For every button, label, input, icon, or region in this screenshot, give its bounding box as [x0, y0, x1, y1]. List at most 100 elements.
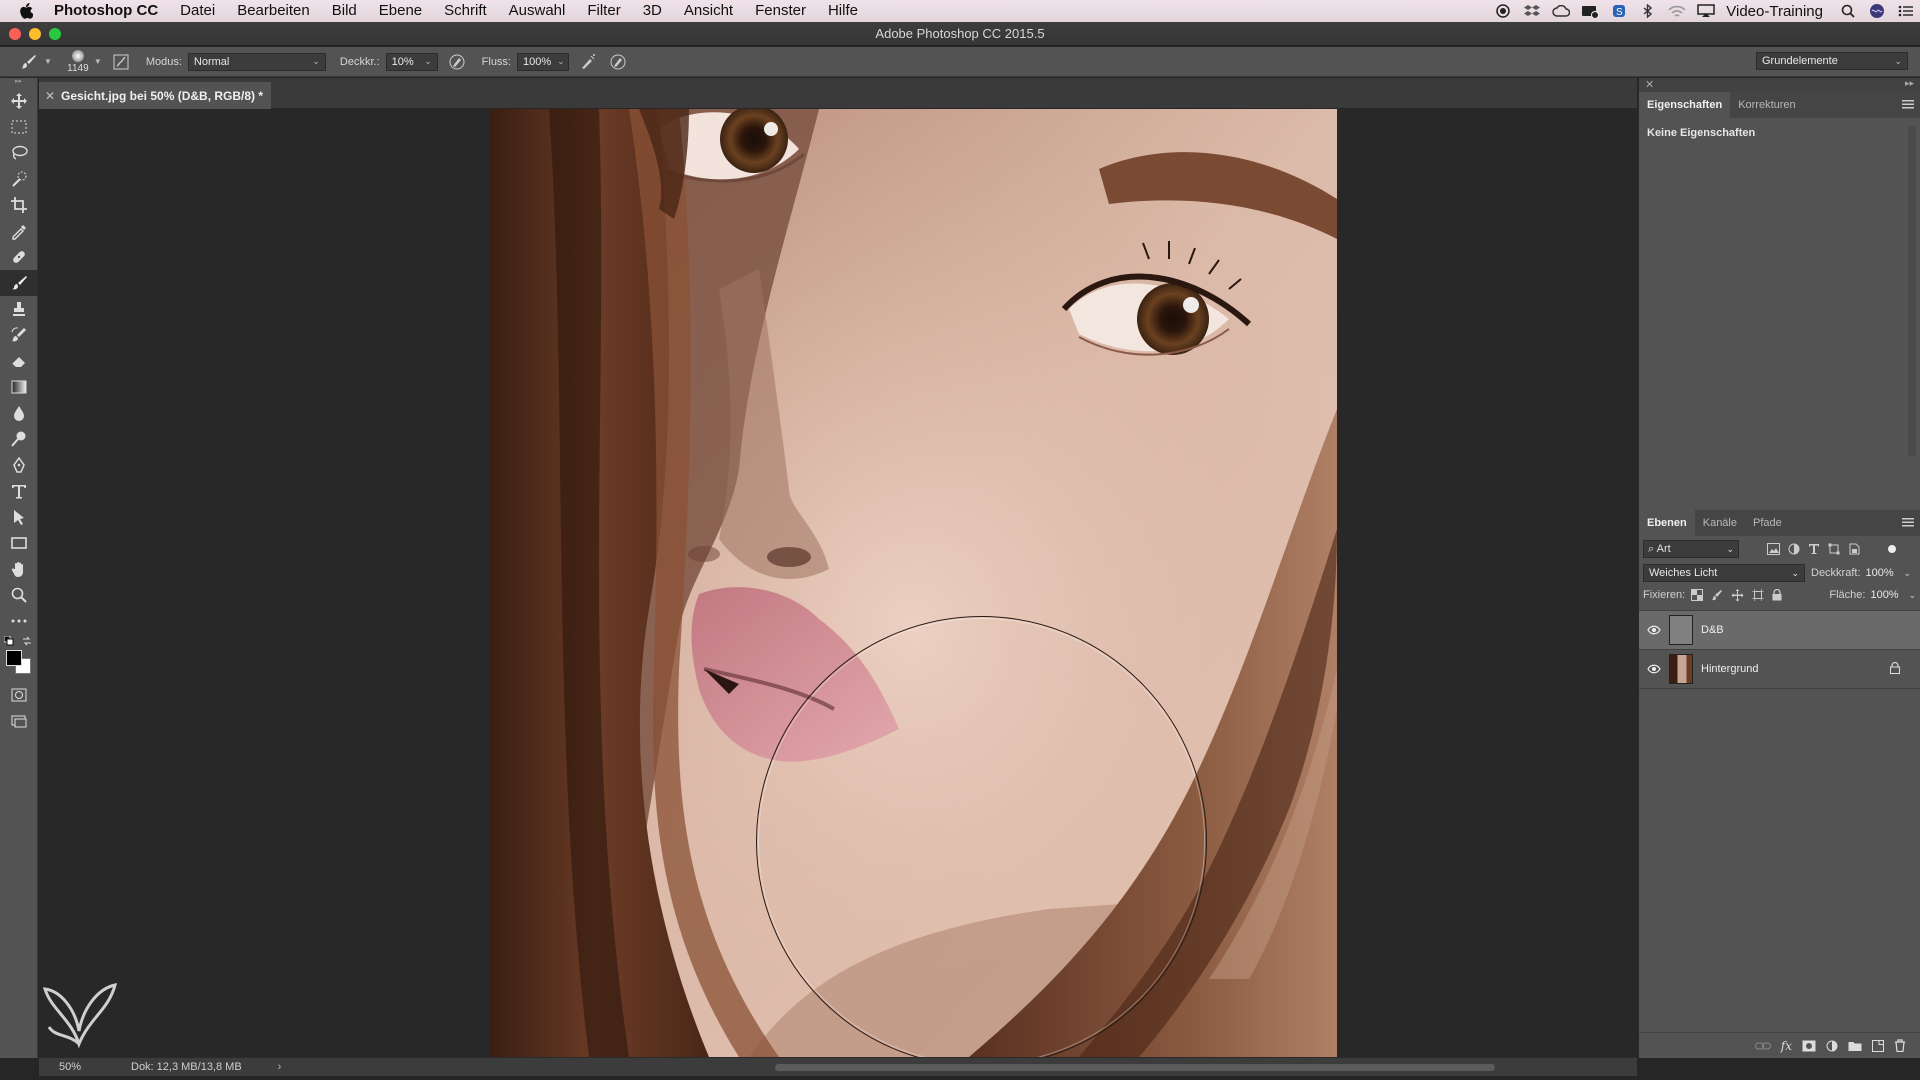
lasso-tool[interactable]	[0, 140, 38, 166]
window-minimize-button[interactable]	[29, 28, 41, 40]
airbrush-button[interactable]	[577, 51, 599, 73]
workspace-select[interactable]: Grundelemente ⌄	[1756, 52, 1908, 70]
adjustment-layer-icon[interactable]	[1826, 1040, 1838, 1052]
link-layers-icon[interactable]	[1754, 1041, 1771, 1051]
menu-hilfe[interactable]: Hilfe	[817, 0, 869, 22]
visibility-eye-icon[interactable]	[1639, 664, 1669, 674]
menu-auswahl[interactable]: Auswahl	[498, 0, 577, 22]
horizontal-scrollbar[interactable]	[775, 1064, 1495, 1071]
menu-ansicht[interactable]: Ansicht	[673, 0, 744, 22]
spotlight-icon[interactable]	[1833, 4, 1862, 18]
brush-panel-toggle[interactable]	[110, 51, 132, 73]
foreground-color-swatch[interactable]	[6, 650, 22, 666]
pressure-size-button[interactable]	[607, 51, 629, 73]
zoom-tool[interactable]	[0, 582, 38, 608]
menu-fenster[interactable]: Fenster	[744, 0, 817, 22]
menu-bearbeiten[interactable]: Bearbeiten	[226, 0, 321, 22]
window-maximize-button[interactable]	[49, 28, 61, 40]
quick-selection-tool[interactable]	[0, 166, 38, 192]
menu-datei[interactable]: Datei	[169, 0, 226, 22]
history-brush-tool[interactable]	[0, 322, 38, 348]
lock-all-icon[interactable]	[1772, 589, 1782, 601]
status-menu-arrow[interactable]: ›	[278, 1061, 282, 1073]
wifi-icon[interactable]	[1662, 5, 1691, 18]
trash-icon[interactable]	[1894, 1039, 1906, 1052]
panel-grip[interactable]: ▸▸	[0, 78, 37, 88]
new-layer-icon[interactable]	[1872, 1039, 1884, 1052]
lock-position-icon[interactable]	[1731, 588, 1744, 602]
menu-schrift[interactable]: Schrift	[433, 0, 498, 22]
fill-input[interactable]: 100%	[1870, 589, 1904, 601]
marquee-tool[interactable]	[0, 114, 38, 140]
dodge-tool[interactable]	[0, 426, 38, 452]
brush-tool[interactable]	[0, 270, 38, 296]
menu-filter[interactable]: Filter	[576, 0, 631, 22]
bluetooth-icon[interactable]	[1633, 4, 1662, 18]
add-mask-icon[interactable]	[1802, 1040, 1816, 1052]
tab-korrekturen[interactable]: Korrekturen	[1730, 92, 1803, 118]
type-layer-filter-icon[interactable]	[1808, 543, 1820, 555]
folder-icon[interactable]	[1848, 1040, 1862, 1052]
eyedropper-tool[interactable]	[0, 218, 38, 244]
siri-icon[interactable]	[1862, 3, 1891, 19]
chevron-down-icon[interactable]: ⌄	[1904, 568, 1912, 579]
menubar-user[interactable]: Video-Training	[1720, 3, 1833, 20]
path-selection-tool[interactable]	[0, 504, 38, 530]
blur-tool[interactable]	[0, 400, 38, 426]
layer-name[interactable]: Hintergrund	[1701, 663, 1758, 675]
rectangle-tool[interactable]	[0, 530, 38, 556]
lock-image-pixels-icon[interactable]	[1711, 589, 1723, 601]
notification-center-icon[interactable]	[1891, 5, 1920, 17]
tool-preset-picker[interactable]: ▼	[20, 53, 52, 71]
properties-scrollbar[interactable]	[1908, 126, 1916, 456]
clone-stamp-tool[interactable]	[0, 296, 38, 322]
pixel-layer-filter-icon[interactable]	[1767, 543, 1780, 555]
pen-tool[interactable]	[0, 452, 38, 478]
quick-mask-button[interactable]	[0, 682, 38, 708]
blend-mode-select[interactable]: Weiches Licht ⌄	[1643, 564, 1805, 582]
tab-eigenschaften[interactable]: Eigenschaften	[1639, 92, 1731, 118]
tab-pfade[interactable]: Pfade	[1745, 510, 1790, 536]
zoom-level[interactable]: 50%	[39, 1061, 97, 1073]
creative-cloud-icon[interactable]	[1546, 5, 1575, 17]
shape-layer-filter-icon[interactable]	[1828, 543, 1840, 555]
eraser-tool[interactable]	[0, 348, 38, 374]
panel-menu-icon[interactable]	[1902, 517, 1914, 527]
pressure-opacity-button[interactable]	[446, 51, 468, 73]
skype-icon[interactable]: S	[1604, 4, 1633, 18]
collapse-icon[interactable]: ▸▸	[1905, 78, 1914, 89]
screen-mode-button[interactable]	[0, 708, 38, 734]
chevron-down-icon[interactable]: ▼	[94, 57, 102, 66]
record-icon[interactable]	[1488, 4, 1517, 18]
menu-3d[interactable]: 3D	[632, 0, 673, 22]
layer-opacity-input[interactable]: 100%	[1866, 567, 1900, 579]
flow-input[interactable]: 100% ⌄	[517, 52, 569, 71]
default-colors-icon[interactable]	[4, 636, 14, 646]
lock-artboard-icon[interactable]	[1752, 589, 1765, 601]
airplay-icon[interactable]	[1691, 4, 1720, 18]
adjustment-layer-filter-icon[interactable]	[1788, 543, 1800, 555]
apple-icon[interactable]	[0, 3, 52, 19]
panel-menu-icon[interactable]	[1902, 99, 1914, 109]
fx-icon[interactable]: fx	[1781, 1039, 1792, 1053]
layer-row-db[interactable]: D&B	[1639, 611, 1920, 650]
visibility-eye-icon[interactable]	[1639, 625, 1669, 635]
mode-select[interactable]: Normal ⌄	[187, 52, 326, 71]
type-tool[interactable]	[0, 478, 38, 504]
hand-tool[interactable]	[0, 556, 38, 582]
menu-ebene[interactable]: Ebene	[368, 0, 433, 22]
smart-object-filter-icon[interactable]	[1848, 543, 1860, 555]
more-tools-button[interactable]	[0, 608, 38, 634]
swap-colors-icon[interactable]	[22, 636, 32, 646]
tab-kanaele[interactable]: Kanäle	[1695, 510, 1745, 536]
menu-bild[interactable]: Bild	[321, 0, 368, 22]
layer-filter-select[interactable]: ⌕ Art ⌄	[1643, 540, 1739, 558]
layer-name[interactable]: D&B	[1701, 624, 1724, 636]
tab-ebenen[interactable]: Ebenen	[1639, 510, 1695, 536]
gradient-tool[interactable]	[0, 374, 38, 400]
chevron-down-icon[interactable]: ⌄	[1908, 590, 1916, 601]
close-icon[interactable]: ✕	[1645, 78, 1654, 91]
move-tool[interactable]	[0, 88, 38, 114]
window-close-button[interactable]	[9, 28, 21, 40]
crop-tool[interactable]	[0, 192, 38, 218]
